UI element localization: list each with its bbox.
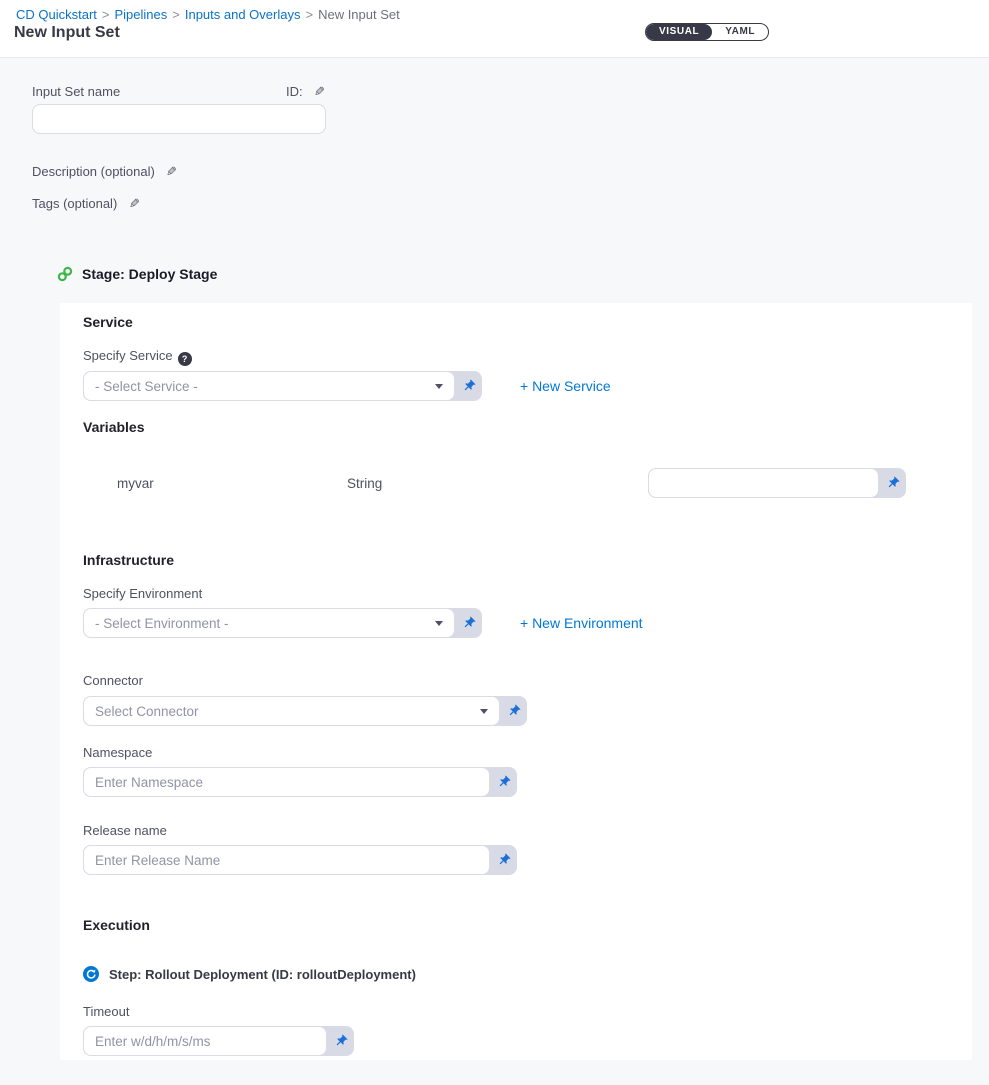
- id-row: ID: ✎: [286, 83, 325, 101]
- timeout-label: Timeout: [83, 1004, 129, 1019]
- variables-section-title: Variables: [83, 419, 972, 435]
- connector-select-placeholder: Select Connector: [95, 704, 199, 719]
- input-set-name-field[interactable]: [32, 104, 326, 134]
- release-name-label: Release name: [83, 823, 167, 838]
- page-title: New Input Set: [14, 24, 120, 42]
- namespace-label-row: Namespace: [83, 744, 972, 762]
- namespace-label: Namespace: [83, 745, 152, 760]
- release-name-label-row: Release name: [83, 822, 972, 840]
- timeout-field[interactable]: [83, 1026, 327, 1056]
- specify-service-row: Specify Service?: [83, 347, 972, 366]
- connector-pin-icon[interactable]: [500, 696, 527, 726]
- specify-environment-label: Specify Environment: [83, 586, 202, 601]
- variable-value-group: [648, 468, 906, 498]
- environment-select-group: - Select Environment -: [83, 608, 482, 638]
- breadcrumb-separator: >: [172, 7, 180, 22]
- timeout-label-row: Timeout: [83, 1003, 972, 1021]
- id-edit-icon[interactable]: ✎: [314, 84, 325, 100]
- toggle-visual-button[interactable]: VISUAL: [646, 24, 712, 40]
- tags-row: Tags (optional) ✎: [32, 195, 140, 213]
- release-name-input-group: [83, 845, 517, 875]
- connector-label: Connector: [83, 673, 143, 688]
- variable-type: String: [347, 476, 648, 491]
- toggle-yaml-button[interactable]: YAML: [712, 24, 768, 40]
- chevron-down-icon: [435, 384, 443, 389]
- namespace-field[interactable]: [83, 767, 490, 797]
- connector-select[interactable]: Select Connector: [83, 696, 500, 726]
- execution-section-title: Execution: [83, 917, 972, 933]
- service-select-placeholder: - Select Service -: [95, 379, 198, 394]
- description-edit-icon[interactable]: ✎: [166, 164, 177, 180]
- timeout-pin-icon[interactable]: [327, 1026, 354, 1056]
- timeout-input-group: [83, 1026, 354, 1056]
- stage-link-icon: [57, 266, 73, 282]
- breadcrumb-separator: >: [102, 7, 110, 22]
- connector-label-row: Connector: [83, 672, 972, 690]
- stage-header: Stage: Deploy Stage: [57, 266, 217, 282]
- description-label: Description (optional): [32, 164, 155, 179]
- connector-select-group: Select Connector: [83, 696, 527, 726]
- environment-pin-icon[interactable]: [455, 608, 482, 638]
- rollout-step-icon: [83, 966, 99, 982]
- input-set-name-row: Input Set name ID: ✎: [32, 83, 325, 101]
- chevron-down-icon: [480, 709, 488, 714]
- step-header: Step: Rollout Deployment (ID: rolloutDep…: [83, 966, 972, 982]
- visual-yaml-toggle: VISUAL YAML: [645, 23, 769, 41]
- service-section-title: Service: [83, 314, 972, 330]
- variable-row: myvar String: [83, 468, 972, 498]
- step-label: Step: Rollout Deployment (ID: rolloutDep…: [109, 967, 416, 982]
- description-row: Description (optional) ✎: [32, 163, 177, 181]
- breadcrumb-inputs-and-overlays[interactable]: Inputs and Overlays: [185, 7, 301, 22]
- environment-select[interactable]: - Select Environment -: [83, 608, 455, 638]
- breadcrumb: CD Quickstart > Pipelines > Inputs and Overl…: [16, 7, 400, 22]
- namespace-input-group: [83, 767, 517, 797]
- stage-label: Stage: Deploy Stage: [82, 266, 217, 282]
- stage-form-card: Service Specify Service? - Select Servic…: [60, 303, 972, 1060]
- breadcrumb-cd-quickstart[interactable]: CD Quickstart: [16, 7, 97, 22]
- variable-name: myvar: [117, 476, 347, 491]
- input-set-name-label: Input Set name: [32, 84, 120, 100]
- tags-label: Tags (optional): [32, 196, 117, 211]
- chevron-down-icon: [435, 621, 443, 626]
- breadcrumb-current: New Input Set: [318, 7, 400, 22]
- specify-service-label: Specify Service: [83, 348, 173, 363]
- service-select[interactable]: - Select Service -: [83, 371, 455, 401]
- environment-select-placeholder: - Select Environment -: [95, 616, 229, 631]
- service-pin-icon[interactable]: [455, 371, 482, 401]
- tags-edit-icon[interactable]: ✎: [129, 196, 140, 212]
- specify-environment-row: Specify Environment: [83, 585, 972, 603]
- breadcrumb-separator: >: [305, 7, 313, 22]
- id-label: ID:: [286, 84, 303, 99]
- page-header: CD Quickstart > Pipelines > Inputs and Overl…: [0, 0, 989, 58]
- service-select-group: - Select Service -: [83, 371, 482, 401]
- new-environment-link[interactable]: + New Environment: [520, 615, 643, 631]
- infrastructure-section-title: Infrastructure: [83, 552, 972, 568]
- release-name-pin-icon[interactable]: [490, 845, 517, 875]
- new-service-link[interactable]: + New Service: [520, 378, 611, 394]
- breadcrumb-pipelines[interactable]: Pipelines: [115, 7, 168, 22]
- help-icon[interactable]: ?: [178, 352, 192, 366]
- variable-value-field[interactable]: [648, 468, 879, 498]
- variable-pin-icon[interactable]: [879, 468, 906, 498]
- namespace-pin-icon[interactable]: [490, 767, 517, 797]
- release-name-field[interactable]: [83, 845, 490, 875]
